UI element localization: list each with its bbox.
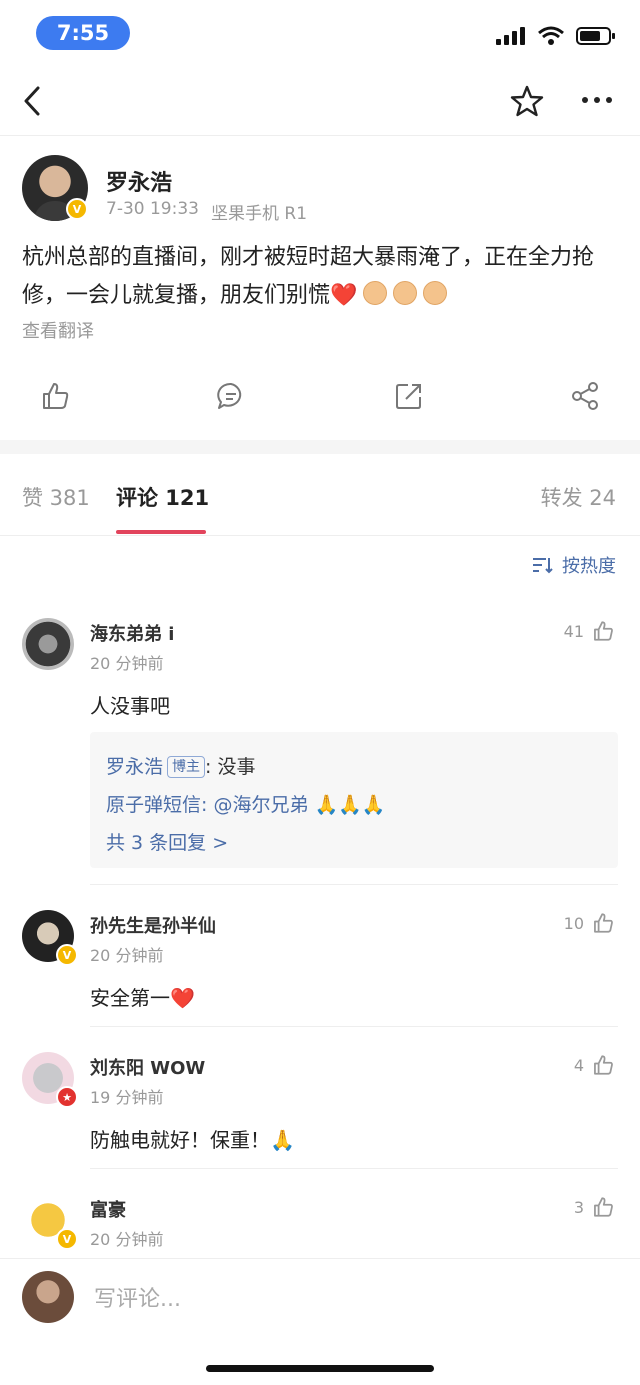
more-replies-link[interactable]: 共 3 条回复 >	[106, 828, 228, 855]
heart-emoji: ❤️	[330, 283, 358, 308]
comment-time: 20 分钟前	[90, 946, 164, 965]
comment-text: 人没事吧	[90, 694, 170, 718]
battery-icon	[576, 27, 615, 45]
pray-emoji: 🙏🙏🙏	[314, 794, 386, 816]
reply-author[interactable]: 原子弹短信:	[106, 794, 207, 816]
sort-button[interactable]: 按热度	[532, 552, 616, 578]
commenter-name[interactable]: 海东弟弟 i	[90, 620, 174, 646]
divider	[90, 884, 618, 885]
tab-reposts[interactable]: 转发 24	[541, 482, 616, 512]
like-count: 10	[563, 913, 584, 933]
heart-emoji: ❤️	[170, 986, 195, 1010]
post-text: 杭州总部的直播间，刚才被短时超大暴雨淹了，正在全力抢修，一会儿就复播，朋友们别慌…	[22, 239, 618, 315]
author-badge: 博主	[167, 756, 206, 778]
commenter-name[interactable]: 刘东阳 WOW	[90, 1054, 205, 1080]
thumbs-up-icon	[594, 621, 613, 641]
sort-icon	[533, 558, 553, 574]
tab-bar: 赞 381 评论 121 转发 24	[0, 454, 640, 536]
reply-item: 罗永浩 博主: 没事	[106, 752, 255, 779]
repost-icon[interactable]	[394, 381, 424, 411]
tab-likes[interactable]: 赞 381	[22, 482, 90, 512]
commenter-name[interactable]: 孙先生是孙半仙	[90, 912, 216, 938]
reply-text: : 没事	[205, 756, 256, 778]
post-actions	[0, 381, 640, 421]
like-count: 4	[573, 1055, 584, 1075]
fist-emoji	[363, 281, 388, 305]
signal-icon	[496, 27, 525, 45]
comment-text-body: 安全第一	[90, 986, 170, 1010]
verified-icon: V	[66, 198, 88, 220]
fist-emoji	[423, 281, 448, 305]
like-count: 3	[573, 1197, 584, 1217]
divider	[90, 1026, 618, 1027]
author-name[interactable]: 罗永浩	[106, 165, 172, 197]
reply-author[interactable]: 罗永浩	[106, 756, 163, 778]
post-device: 坚果手机 R1	[210, 204, 308, 224]
status-bar: 7:55	[0, 0, 640, 64]
reply-item: 原子弹短信: @海尔兄弟 🙏🙏🙏	[106, 790, 386, 817]
comment-like-button[interactable]: 41	[564, 620, 614, 642]
comment-input[interactable]: 写评论...	[94, 1281, 181, 1313]
status-icons	[496, 26, 616, 46]
mention-link[interactable]: @海尔兄弟	[213, 794, 308, 816]
nav-bar	[0, 64, 640, 136]
post-meta: 7-30 19:33 坚果手机 R1	[106, 199, 307, 224]
commenter-name[interactable]: 富豪	[90, 1196, 126, 1222]
comment-bar: 写评论...	[0, 1258, 640, 1385]
comment-text: 安全第一❤️	[90, 982, 195, 1011]
comment-icon[interactable]	[216, 381, 246, 411]
status-time: 7:55	[36, 16, 130, 50]
comment-time: 20 分钟前	[90, 654, 164, 673]
post: V 罗永浩 7-30 19:33 坚果手机 R1 杭州总部的直播间，刚才被短时超…	[0, 137, 640, 440]
like-count: 41	[563, 621, 584, 641]
commenter-avatar[interactable]	[22, 618, 74, 670]
thumbs-up-icon	[594, 913, 613, 933]
translate-link[interactable]: 查看翻译	[22, 317, 94, 343]
section-separator	[0, 440, 640, 454]
fist-emoji	[393, 281, 418, 305]
more-icon[interactable]	[580, 88, 614, 112]
wifi-icon	[538, 26, 564, 45]
comment-time: 20 分钟前	[90, 1230, 164, 1249]
comment-like-button[interactable]: 4	[574, 1054, 614, 1076]
comment-like-button[interactable]: 3	[574, 1196, 614, 1218]
thumbs-up-icon	[594, 1055, 613, 1075]
verified-icon: V	[56, 944, 78, 966]
share-icon[interactable]	[570, 381, 600, 411]
my-avatar	[22, 1271, 74, 1323]
comment-like-button[interactable]: 10	[564, 912, 614, 934]
verified-icon: ★	[56, 1086, 78, 1108]
star-icon[interactable]	[510, 84, 544, 118]
chevron-left-icon[interactable]	[18, 86, 48, 116]
tab-comments[interactable]: 评论 121	[116, 482, 209, 512]
tab-active-indicator	[116, 530, 206, 534]
post-text-body: 杭州总部的直播间，刚才被短时超大暴雨淹了，正在全力抢修，一会儿就复播，朋友们别慌	[22, 245, 595, 308]
home-indicator	[206, 1365, 434, 1372]
comment-text: 防触电就好！保重！🙏	[90, 1124, 295, 1153]
thumbs-up-icon[interactable]	[40, 381, 70, 411]
thumbs-up-icon	[594, 1197, 613, 1217]
sort-label: 按热度	[562, 556, 616, 577]
comment-time: 19 分钟前	[90, 1088, 164, 1107]
comment-text-body: 防触电就好！保重！	[90, 1128, 270, 1152]
verified-icon: V	[56, 1228, 78, 1250]
divider	[90, 1168, 618, 1169]
pray-emoji: 🙏	[270, 1128, 295, 1152]
reply-preview[interactable]: 罗永浩 博主: 没事 原子弹短信: @海尔兄弟 🙏🙏🙏 共 3 条回复 >	[90, 732, 618, 868]
post-date: 7-30 19:33	[106, 199, 199, 219]
